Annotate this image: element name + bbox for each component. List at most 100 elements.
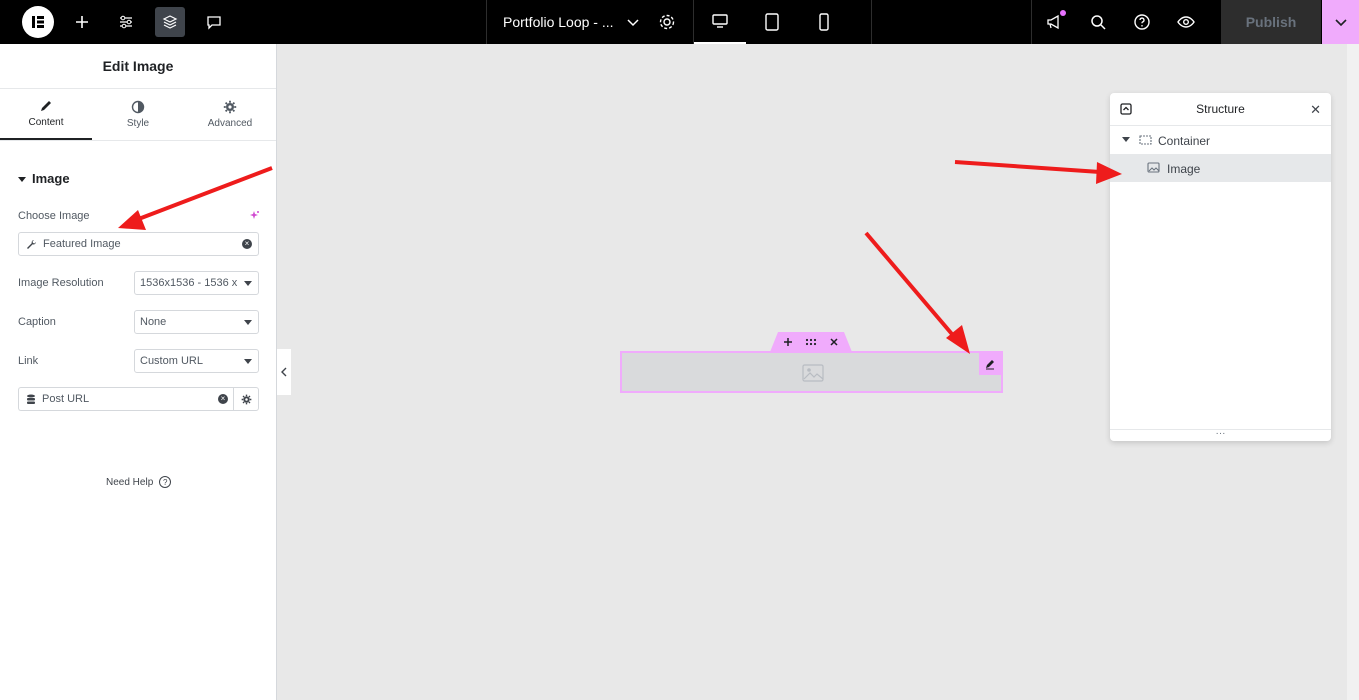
dock-icon[interactable] (1120, 103, 1132, 115)
chevron-down-icon[interactable] (623, 12, 643, 32)
image-placeholder-icon (802, 364, 824, 382)
structure-item-label: Image (1167, 162, 1201, 176)
link-label: Link (18, 355, 39, 367)
pencil-icon (41, 101, 51, 111)
resize-handle[interactable]: ··· (1110, 429, 1331, 441)
editor-panel: Edit Image Content Style Advanced Image … (0, 44, 277, 700)
image-widget[interactable] (620, 351, 1003, 393)
comment-icon (207, 16, 221, 30)
mobile-icon (819, 13, 829, 31)
select-arrow-icon (244, 281, 252, 286)
desktop-mode-button[interactable] (694, 0, 746, 44)
question-icon (1134, 14, 1150, 30)
caption-value: None (140, 316, 167, 328)
search-button[interactable] (1076, 0, 1120, 44)
structure-toggle-button[interactable] (148, 0, 192, 44)
database-icon (27, 394, 35, 404)
link-dynamic-value: Post URL (42, 393, 90, 405)
link-dynamic-field[interactable]: Post URL × (18, 387, 234, 411)
elementor-logo[interactable] (22, 6, 54, 38)
canvas-scrollbar[interactable] (1347, 44, 1359, 700)
tablet-mode-button[interactable] (746, 0, 798, 44)
eye-icon (1177, 16, 1195, 28)
gear-icon (241, 394, 251, 404)
structure-title: Structure (1196, 102, 1245, 116)
edit-widget-button[interactable] (979, 353, 1001, 375)
caption-label: Caption (18, 316, 56, 328)
select-arrow-icon (244, 320, 252, 325)
tab-content-label: Content (28, 117, 64, 128)
clear-dynamic-icon[interactable]: × (242, 239, 252, 249)
chevron-down-icon (1334, 19, 1347, 27)
tab-advanced-label: Advanced (207, 118, 253, 129)
layers-icon (162, 15, 178, 29)
clear-dynamic-icon[interactable]: × (218, 394, 228, 404)
caret-down-icon (18, 176, 26, 182)
choose-image-value: Featured Image (43, 238, 121, 250)
tab-content[interactable]: Content (0, 89, 92, 140)
structure-item-label: Container (1158, 134, 1211, 148)
help-button[interactable] (1120, 0, 1164, 44)
site-settings-button[interactable] (104, 0, 148, 44)
structure-panel: Structure ✕ Container Image ··· (1110, 93, 1331, 441)
arrow-to-edit-handle (864, 231, 970, 354)
gear-icon (223, 100, 237, 114)
desktop-icon (712, 14, 728, 28)
need-help-link[interactable]: Need Help ? (106, 476, 172, 488)
close-icon[interactable] (829, 337, 839, 347)
plus-icon (76, 16, 88, 28)
resolution-label: Image Resolution (18, 277, 104, 289)
choose-image-label: Choose Image (18, 210, 90, 222)
preview-button[interactable] (1164, 0, 1208, 44)
panel-collapse-button[interactable] (277, 349, 291, 395)
section-title: Image (32, 171, 70, 186)
resolution-value: 1536x1536 - 1536 x (140, 277, 238, 289)
tab-style-label: Style (126, 118, 150, 129)
gear-icon[interactable] (657, 12, 677, 32)
tablet-icon (765, 13, 779, 31)
mobile-mode-button[interactable] (798, 0, 850, 44)
structure-item-container[interactable]: Container (1110, 126, 1331, 154)
container-handle-toolbar (770, 332, 852, 352)
contrast-icon (131, 100, 145, 114)
chevron-left-icon (281, 367, 287, 377)
caption-select[interactable]: None (134, 310, 259, 334)
image-icon (1147, 162, 1160, 173)
pencil-icon (986, 360, 994, 370)
right-toolbar (1031, 0, 1208, 44)
choose-image-field[interactable]: Featured Image × (18, 232, 259, 256)
document-title[interactable]: Portfolio Loop - ... (503, 14, 614, 30)
publish-options-button[interactable] (1322, 0, 1359, 44)
container-icon (1139, 135, 1152, 145)
dynamic-settings-button[interactable] (233, 387, 259, 411)
notification-dot (1060, 10, 1066, 16)
close-icon[interactable]: ✕ (1310, 102, 1321, 118)
section-image-toggle[interactable]: Image (18, 171, 70, 186)
panel-tabs: Content Style Advanced (0, 89, 276, 141)
link-select[interactable]: Custom URL (134, 349, 259, 373)
sliders-icon (120, 15, 132, 29)
link-value: Custom URL (140, 355, 203, 367)
wrench-icon (27, 239, 36, 249)
ai-sparkle-icon[interactable] (248, 210, 260, 222)
document-selector[interactable]: Portfolio Loop - ... (486, 0, 694, 44)
tab-advanced[interactable]: Advanced (184, 89, 276, 140)
panel-title: Edit Image (0, 44, 276, 89)
structure-header: Structure ✕ (1110, 93, 1331, 126)
tab-style[interactable]: Style (92, 89, 184, 140)
need-help-label: Need Help (106, 476, 154, 488)
structure-item-image[interactable]: Image (1110, 154, 1331, 182)
question-icon: ? (159, 476, 172, 488)
resolution-select[interactable]: 1536x1536 - 1536 x (134, 271, 259, 295)
add-icon[interactable] (783, 337, 793, 347)
notes-button[interactable] (192, 0, 236, 44)
select-arrow-icon (244, 359, 252, 364)
arrow-to-structure-image (954, 160, 1122, 184)
whats-new-button[interactable] (1032, 0, 1076, 44)
publish-button[interactable]: Publish (1221, 0, 1321, 44)
caret-down-icon[interactable] (1122, 137, 1130, 142)
search-icon (1091, 15, 1106, 30)
megaphone-icon (1047, 14, 1059, 30)
add-element-button[interactable] (60, 0, 104, 44)
drag-handle-icon[interactable] (805, 337, 817, 347)
